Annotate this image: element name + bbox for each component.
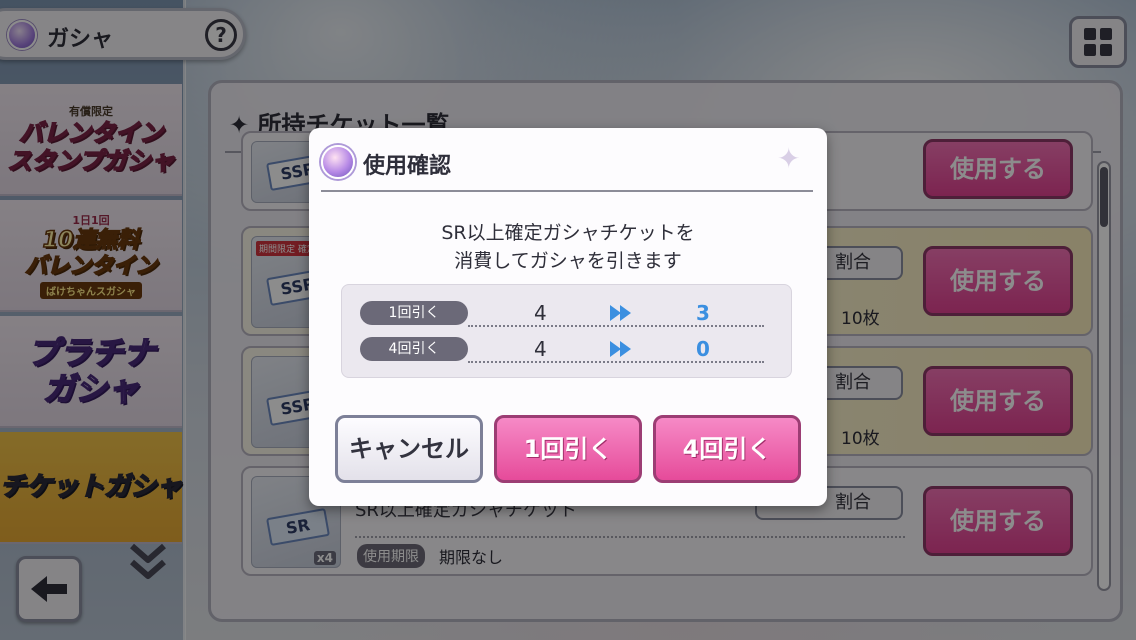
cancel-button[interactable]: キャンセル xyxy=(335,415,483,483)
divider xyxy=(321,190,813,192)
count-after: 0 xyxy=(696,337,710,361)
count-after: 3 xyxy=(696,301,710,325)
pull-four-button[interactable]: 4回引く xyxy=(653,415,801,483)
dialog-message-line2: 消費してガシャを引きます xyxy=(454,250,682,272)
count-row-1: 1回引く 4 3 xyxy=(360,301,764,327)
pull-count-tag: 1回引く xyxy=(360,301,468,325)
fast-forward-icon xyxy=(610,305,631,321)
count-row-2: 4回引く 4 0 xyxy=(360,337,764,363)
confirm-dialog: 使用確認 ✦ SR以上確定ガシャチケットを 消費してガシャを引きます 1回引く … xyxy=(309,128,827,506)
pull-count-tag: 4回引く xyxy=(360,337,468,361)
count-before: 4 xyxy=(534,337,547,361)
fast-forward-icon xyxy=(610,341,631,357)
ticket-count-box: 1回引く 4 3 4回引く 4 0 xyxy=(341,284,792,378)
divider xyxy=(468,325,764,327)
pull-one-button[interactable]: 1回引く xyxy=(494,415,642,483)
gacha-icon xyxy=(321,145,355,179)
dialog-title: 使用確認 xyxy=(363,154,452,179)
dialog-message-line1: SR以上確定ガシャチケットを xyxy=(441,222,695,244)
count-before: 4 xyxy=(534,301,547,325)
divider xyxy=(468,361,764,363)
sparkle-icon: ✦ xyxy=(777,142,801,175)
